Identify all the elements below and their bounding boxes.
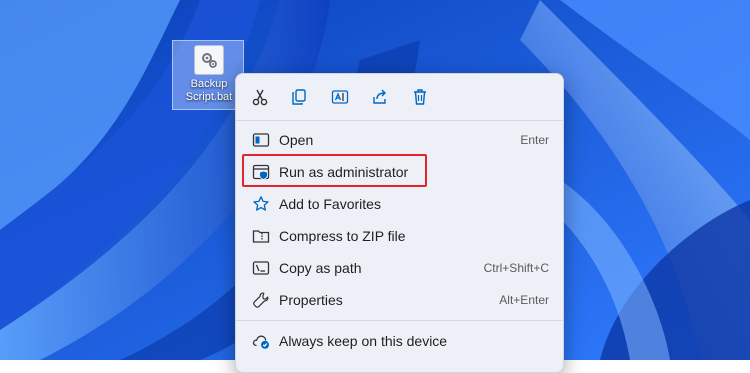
highlight-annotation-box — [242, 154, 427, 187]
desktop-file-icon-backup-script[interactable]: Backup Script.bat — [172, 40, 244, 110]
menu-item-copy-as-path[interactable]: Copy as path Ctrl+Shift+C — [244, 253, 557, 283]
copy-path-icon — [252, 261, 270, 275]
menu-item-label: Add to Favorites — [279, 196, 381, 212]
menu-item-open[interactable]: Open Enter — [244, 125, 557, 155]
copy-button[interactable] — [287, 86, 311, 108]
menu-item-label: Copy as path — [279, 260, 362, 276]
cut-icon — [252, 89, 268, 106]
menu-item-shortcut: Alt+Enter — [499, 293, 549, 307]
rename-button[interactable] — [328, 86, 352, 108]
menu-item-shortcut: Ctrl+Shift+C — [483, 261, 549, 275]
batch-file-icon — [194, 45, 224, 75]
delete-button[interactable] — [408, 86, 432, 108]
share-button[interactable] — [368, 86, 392, 108]
context-menu: Open Enter Run as administrator Add to F… — [235, 73, 564, 373]
cut-button[interactable] — [248, 86, 272, 108]
menu-item-shortcut: Enter — [520, 133, 549, 147]
wrench-icon — [253, 292, 269, 308]
menu-item-properties[interactable]: Properties Alt+Enter — [244, 285, 557, 315]
menu-item-compress-to-zip[interactable]: Compress to ZIP file — [244, 221, 557, 251]
rename-icon — [331, 90, 349, 104]
menu-item-label: Always keep on this device — [279, 333, 448, 349]
copy-icon — [292, 89, 306, 105]
share-icon — [373, 89, 386, 104]
menu-item-add-to-favorites[interactable]: Add to Favorites — [244, 189, 557, 219]
menu-item-always-keep-on-device[interactable]: Always keep on this device — [244, 326, 557, 356]
menu-item-label: Properties — [279, 292, 343, 308]
open-icon — [252, 133, 270, 147]
star-icon — [253, 196, 269, 211]
cloud-icon — [252, 335, 269, 349]
context-menu-quick-actions — [236, 74, 563, 120]
menu-item-label: Open — [279, 132, 314, 148]
menu-item-label: Compress to ZIP file — [279, 228, 406, 244]
menu-divider — [236, 320, 563, 321]
zip-icon — [252, 230, 270, 243]
delete-icon — [414, 89, 426, 105]
menu-divider — [236, 120, 563, 121]
